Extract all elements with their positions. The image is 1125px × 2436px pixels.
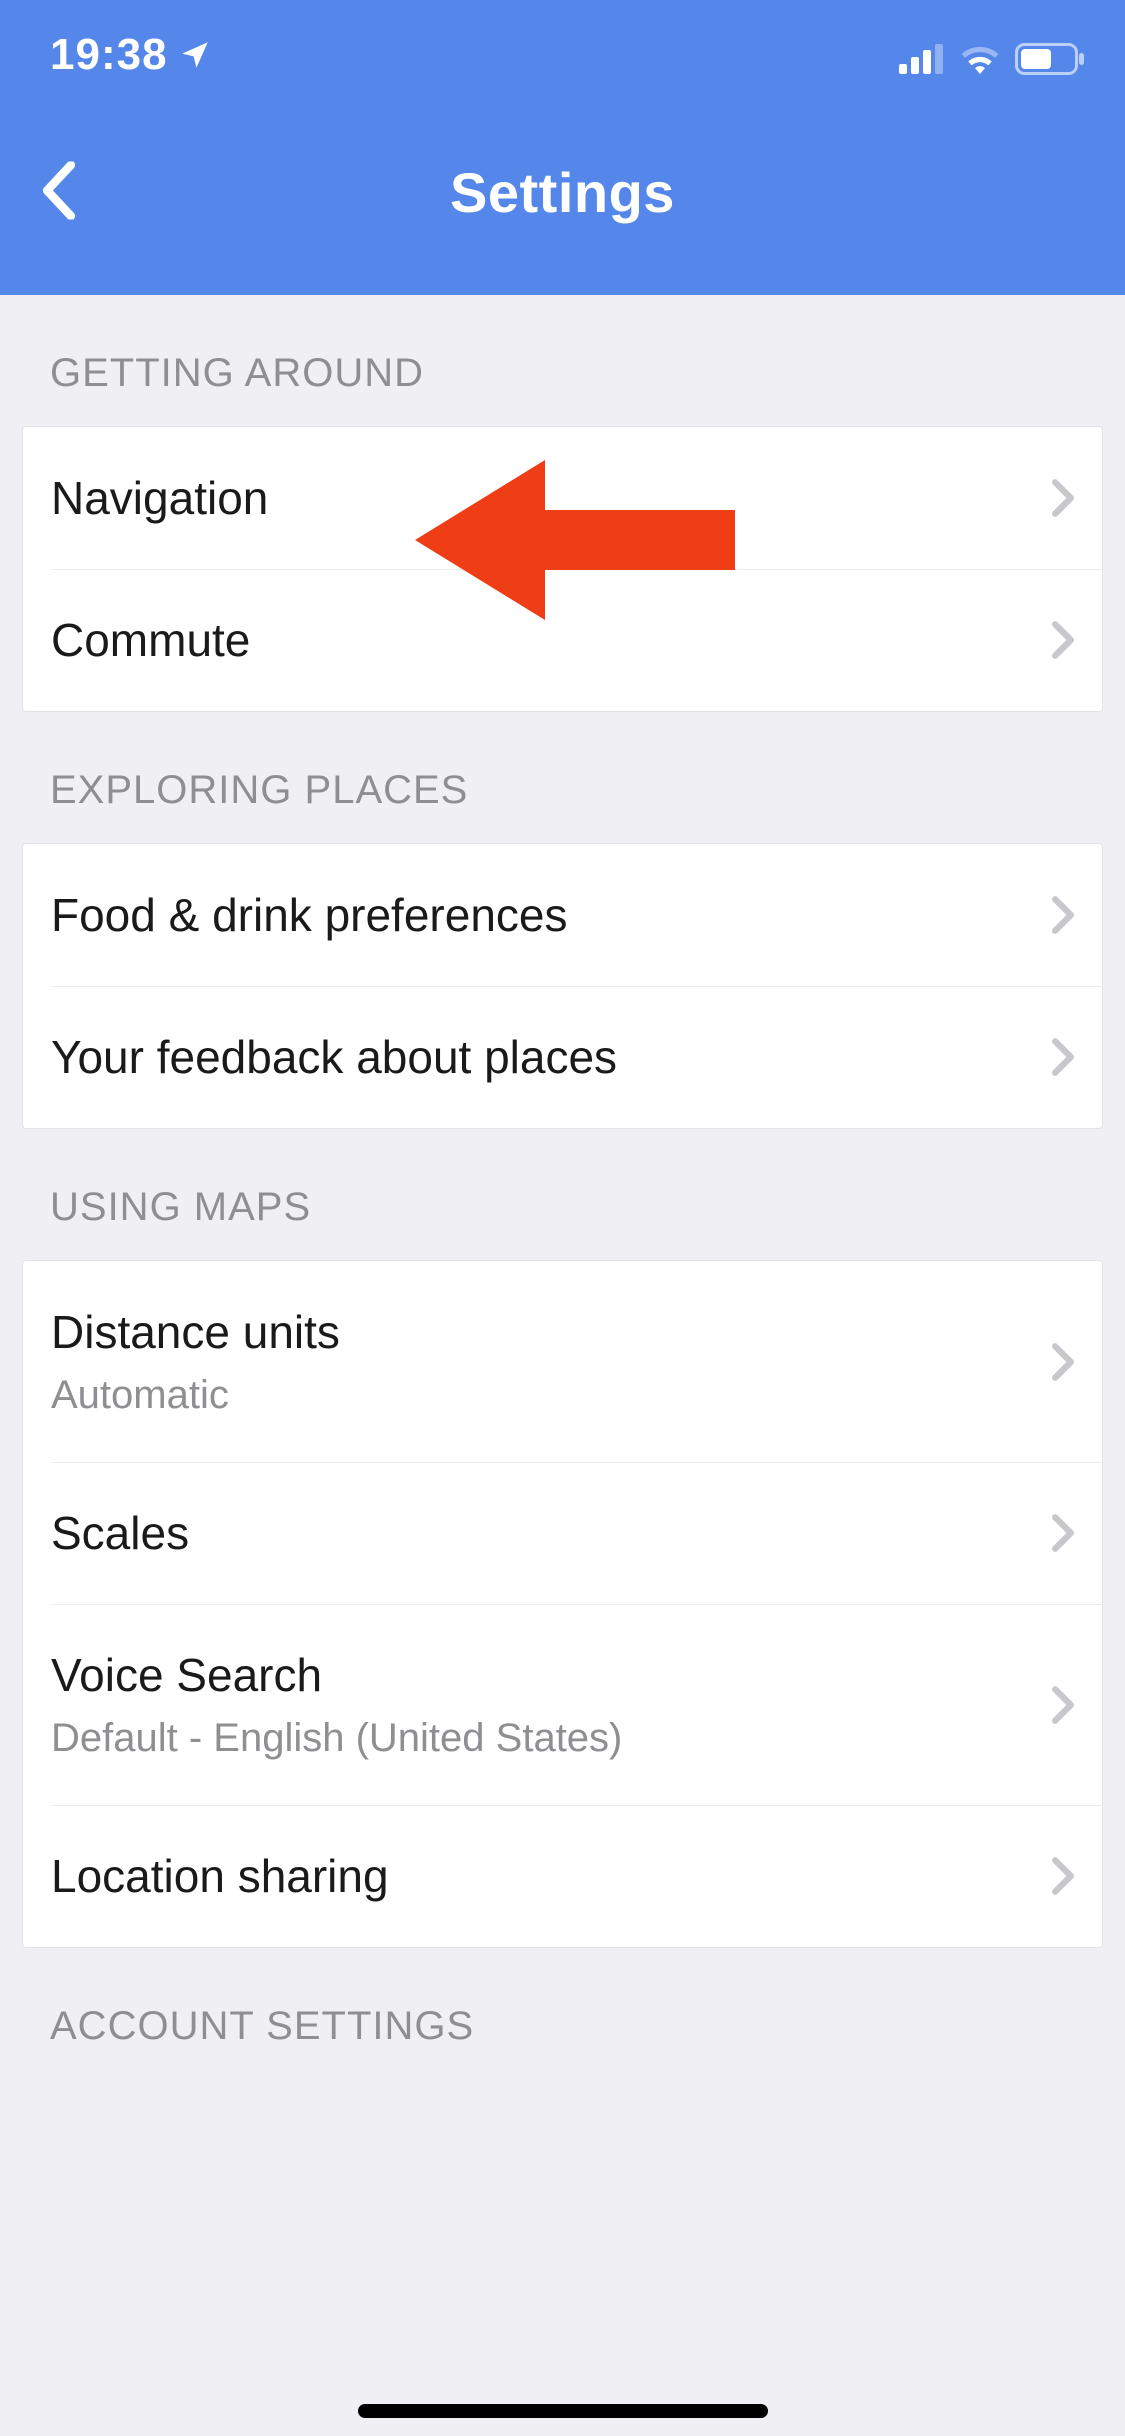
status-time: 19:38 (50, 30, 168, 80)
section-card-using-maps: Distance units Automatic Scales Voice Se… (22, 1260, 1103, 1948)
row-title: Commute (51, 613, 1052, 667)
row-food-drink-preferences[interactable]: Food & drink preferences (23, 844, 1102, 986)
row-title: Voice Search (51, 1648, 1052, 1702)
row-title: Navigation (51, 471, 1052, 525)
chevron-right-icon (1052, 1038, 1074, 1076)
status-right (899, 43, 1085, 80)
wifi-icon (959, 44, 1001, 79)
row-text: Location sharing (51, 1849, 1052, 1903)
row-title: Location sharing (51, 1849, 1052, 1903)
page-title: Settings (450, 160, 675, 225)
battery-icon (1015, 43, 1085, 80)
back-button[interactable] (32, 151, 86, 234)
row-location-sharing[interactable]: Location sharing (23, 1805, 1102, 1947)
row-title: Your feedback about places (51, 1030, 1052, 1084)
row-subtitle: Default - English (United States) (51, 1716, 1052, 1761)
row-text: Your feedback about places (51, 1030, 1052, 1084)
chevron-left-icon (42, 161, 76, 219)
chevron-right-icon (1052, 1857, 1074, 1895)
home-indicator[interactable] (358, 2404, 768, 2418)
chevron-right-icon (1052, 896, 1074, 934)
app-header: 19:38 (0, 0, 1125, 295)
row-navigation[interactable]: Navigation (23, 427, 1102, 569)
chevron-right-icon (1052, 1343, 1074, 1381)
row-distance-units[interactable]: Distance units Automatic (23, 1261, 1102, 1462)
row-title: Distance units (51, 1305, 1052, 1359)
section-header-getting-around: GETTING AROUND (22, 295, 1103, 426)
chevron-right-icon (1052, 1514, 1074, 1552)
row-text: Scales (51, 1506, 1052, 1560)
section-header-exploring-places: EXPLORING PLACES (22, 712, 1103, 843)
section-header-using-maps: USING MAPS (22, 1129, 1103, 1260)
location-services-icon (178, 38, 212, 72)
row-voice-search[interactable]: Voice Search Default - English (United S… (23, 1604, 1102, 1805)
section-header-account-settings: ACCOUNT SETTINGS (22, 1948, 1103, 2079)
row-text: Navigation (51, 471, 1052, 525)
row-text: Voice Search Default - English (United S… (51, 1648, 1052, 1761)
chevron-right-icon (1052, 621, 1074, 659)
status-bar: 19:38 (0, 0, 1125, 90)
nav-bar: Settings (0, 90, 1125, 295)
row-commute[interactable]: Commute (23, 569, 1102, 711)
settings-content: GETTING AROUND Navigation Commute EXPLOR… (0, 295, 1125, 2079)
row-subtitle: Automatic (51, 1373, 1052, 1418)
chevron-right-icon (1052, 1686, 1074, 1724)
chevron-right-icon (1052, 479, 1074, 517)
status-left: 19:38 (50, 30, 212, 80)
row-title: Food & drink preferences (51, 888, 1052, 942)
cellular-signal-icon (899, 44, 945, 79)
row-text: Distance units Automatic (51, 1305, 1052, 1418)
row-title: Scales (51, 1506, 1052, 1560)
section-card-getting-around: Navigation Commute (22, 426, 1103, 712)
row-text: Food & drink preferences (51, 888, 1052, 942)
row-scales[interactable]: Scales (23, 1462, 1102, 1604)
section-card-exploring-places: Food & drink preferences Your feedback a… (22, 843, 1103, 1129)
row-your-feedback-about-places[interactable]: Your feedback about places (23, 986, 1102, 1128)
row-text: Commute (51, 613, 1052, 667)
